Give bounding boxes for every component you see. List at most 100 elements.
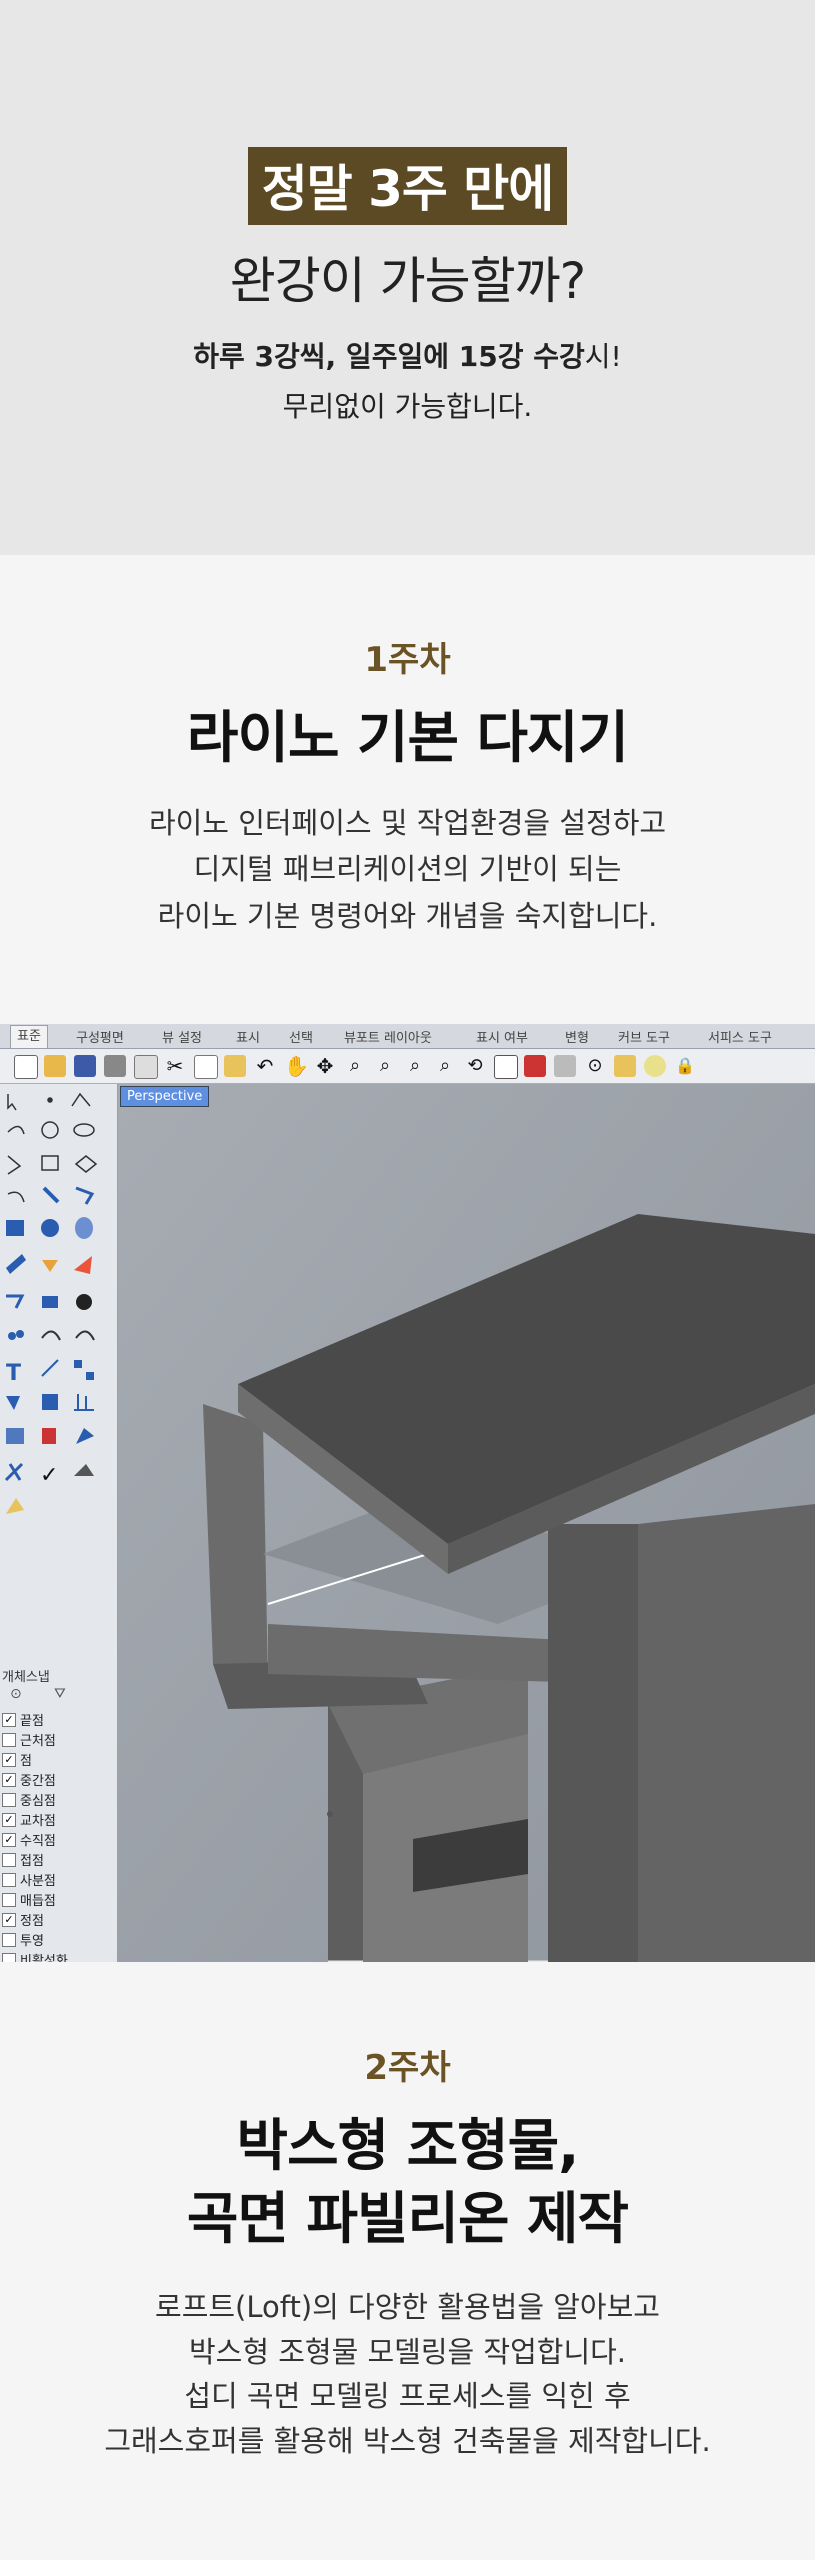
- week1-section: 1주차 라이노 기본 다지기 라이노 인터페이스 및 작업환경을 설정하고 디지…: [0, 632, 815, 939]
- undo-view-icon[interactable]: ⟲: [464, 1055, 486, 1077]
- osnap-item-perpendicular[interactable]: ✓ 수직점: [2, 1830, 56, 1849]
- osnap-item-center[interactable]: 중심점: [2, 1790, 56, 1809]
- hero-line1: 하루 3강씩, 일주일에 15강 수강시!: [0, 335, 815, 375]
- week2-desc: 로프트(Loft)의 다양한 활용법을 알아보고 박스형 조형물 모델링을 작업…: [0, 2285, 815, 2465]
- osnap-checkbox[interactable]: ✓: [2, 1832, 16, 1847]
- zoom-extents-icon[interactable]: ⌕: [404, 1055, 426, 1077]
- lock-icon[interactable]: 🔒: [674, 1055, 696, 1077]
- four-viewports-icon[interactable]: [494, 1055, 518, 1079]
- paste-icon[interactable]: [224, 1055, 246, 1077]
- osnap-label: 근처점: [20, 1734, 56, 1749]
- hero-section: 정말 3주 만에 완강이 가능할까? 하루 3강씩, 일주일에 15강 수강시!…: [0, 0, 815, 555]
- osnap-icon[interactable]: ⊙: [584, 1055, 606, 1077]
- layer-icon[interactable]: [614, 1055, 636, 1077]
- osnap-checkbox[interactable]: ✓: [2, 1752, 16, 1767]
- osnap-item-disable[interactable]: 비활성화: [2, 1950, 68, 1962]
- osnap-label: 중심점: [20, 1794, 56, 1809]
- tab-cplane[interactable]: 구성평면: [76, 1027, 124, 1046]
- svg-text:T: T: [6, 1361, 21, 1386]
- osnap-label: 수직점: [20, 1834, 56, 1849]
- osnap-label: 정점: [20, 1914, 44, 1929]
- zoom-selected-icon[interactable]: ⌕: [434, 1055, 456, 1077]
- osnap-label: 투영: [20, 1934, 44, 1949]
- perspective-viewport[interactable]: Perspective: [118, 1084, 815, 1962]
- osnap-item-near[interactable]: 근처점: [2, 1730, 56, 1749]
- week2-label: 2주차: [364, 2048, 451, 2088]
- osnap-filter-icon[interactable]: ⛛: [54, 1686, 66, 1702]
- osnap-checkbox[interactable]: [2, 1952, 16, 1962]
- open-folder-icon[interactable]: [44, 1055, 66, 1077]
- osnap-checkbox[interactable]: [2, 1892, 16, 1907]
- osnap-item-vertex[interactable]: ✓ 정점: [2, 1910, 44, 1929]
- osnap-checkbox[interactable]: ✓: [2, 1772, 16, 1787]
- osnap-checkbox[interactable]: [2, 1932, 16, 1947]
- hero-subtitle: 완강이 가능할까?: [229, 252, 586, 310]
- osnap-item-point[interactable]: ✓ 점: [2, 1750, 32, 1769]
- zoom-icon[interactable]: ⌕: [344, 1055, 366, 1077]
- osnap-item-end[interactable]: ✓ 끝점: [2, 1710, 44, 1729]
- osnap-checkbox[interactable]: [2, 1872, 16, 1887]
- osnap-target-icon[interactable]: ⊙: [10, 1686, 22, 1702]
- pan-icon[interactable]: ✋: [284, 1055, 309, 1077]
- osnap-checkbox[interactable]: ✓: [2, 1712, 16, 1727]
- light-bulb-icon[interactable]: [644, 1055, 666, 1077]
- tab-set-view[interactable]: 뷰 설정: [162, 1027, 202, 1046]
- save-icon[interactable]: [74, 1055, 96, 1077]
- tab-surface-tools[interactable]: 서피스 도구: [708, 1027, 772, 1046]
- rhino-screenshot: 표준 구성평면 뷰 설정 표시 선택 뷰포트 레이아웃 표시 여부 변형 커브 …: [0, 1024, 815, 1962]
- tab-curve-tools[interactable]: 커브 도구: [618, 1027, 670, 1046]
- osnap-item-intersection[interactable]: ✓ 교차점: [2, 1810, 56, 1829]
- properties-icon[interactable]: [134, 1055, 158, 1079]
- left-tool-panel: T ✓ 개체스냅 ⊙ ⛛ ✓ 끝점 근처점 ✓ 점 ✓ 중간점 중심점 ✓ 교차점 ✓ 수…: [0, 1084, 118, 1962]
- zoom-window-icon[interactable]: ⌕: [374, 1055, 396, 1077]
- week2-title-line: 박스형 조형물,: [236, 2114, 580, 2179]
- osnap-label: 비활성화: [20, 1954, 68, 1962]
- 3d-model-render: [118, 1084, 815, 1962]
- new-file-icon[interactable]: [14, 1055, 38, 1079]
- tab-standard[interactable]: 표준: [10, 1025, 48, 1048]
- osnap-checkbox[interactable]: [2, 1852, 16, 1867]
- undo-icon[interactable]: ↶: [254, 1055, 276, 1077]
- print-icon[interactable]: [104, 1055, 126, 1077]
- week2-desc-line: 박스형 조형물 모델링을 작업합니다.: [188, 2334, 627, 2369]
- osnap-label: 접점: [20, 1854, 44, 1869]
- osnap-checkbox[interactable]: [2, 1792, 16, 1807]
- svg-text:✓: ✓: [40, 1463, 58, 1488]
- rotate-view-icon[interactable]: ✥: [314, 1055, 336, 1077]
- render-icon[interactable]: [554, 1055, 576, 1077]
- week1-title: 라이노 기본 다지기: [186, 706, 629, 771]
- week1-desc: 라이노 인터페이스 및 작업환경을 설정하고 디지털 패브리케이션의 기반이 되…: [0, 800, 815, 939]
- osnap-label: 사분점: [20, 1874, 56, 1889]
- cut-icon[interactable]: ✂: [164, 1055, 186, 1077]
- tab-select[interactable]: 선택: [289, 1027, 313, 1046]
- car-render-icon[interactable]: [524, 1055, 546, 1077]
- tab-display[interactable]: 표시: [236, 1027, 260, 1046]
- viewport-label[interactable]: Perspective: [120, 1086, 210, 1107]
- tab-visibility[interactable]: 표시 여부: [476, 1027, 528, 1046]
- osnap-item-mid[interactable]: ✓ 중간점: [2, 1770, 56, 1789]
- week2-title: 박스형 조형물, 곡면 파빌리온 제작: [0, 2111, 815, 2257]
- toolbar-tabs: 표준 구성평면 뷰 설정 표시 선택 뷰포트 레이아웃 표시 여부 변형 커브 …: [0, 1024, 815, 1049]
- hero-line1-rest: 시!: [584, 340, 622, 373]
- week2-section: 2주차 박스형 조형물, 곡면 파빌리온 제작 로프트(Loft)의 다양한 활…: [0, 2040, 815, 2464]
- osnap-item-quadrant[interactable]: 사분점: [2, 1870, 56, 1889]
- hero-title: 정말 3주 만에: [247, 147, 568, 225]
- tab-transform[interactable]: 변형: [565, 1027, 589, 1046]
- osnap-item-knot[interactable]: 매듭점: [2, 1890, 56, 1909]
- osnap-checkbox[interactable]: ✓: [2, 1912, 16, 1927]
- week1-label: 1주차: [364, 640, 451, 680]
- tool-icons-grid[interactable]: T ✓: [0, 1084, 117, 1654]
- hero-line2: 무리없이 가능합니다.: [282, 390, 533, 423]
- osnap-label: 중간점: [20, 1774, 56, 1789]
- osnap-item-project[interactable]: 투영: [2, 1930, 44, 1949]
- main-toolbar: ✂ ↶ ✋ ✥ ⌕ ⌕ ⌕ ⌕ ⟲ ⊙ 🔒: [0, 1049, 815, 1084]
- week1-desc-line: 디지털 패브리케이션의 기반이 되는: [193, 852, 622, 887]
- week2-title-line: 곡면 파빌리온 제작: [186, 2186, 629, 2252]
- osnap-checkbox[interactable]: [2, 1732, 16, 1747]
- osnap-item-tangent[interactable]: 접점: [2, 1850, 44, 1869]
- osnap-checkbox[interactable]: ✓: [2, 1812, 16, 1827]
- week1-desc-line: 라이노 인터페이스 및 작업환경을 설정하고: [148, 805, 667, 840]
- tab-viewport-layout[interactable]: 뷰포트 레이아웃: [344, 1027, 432, 1046]
- copy-icon[interactable]: [194, 1055, 218, 1079]
- osnap-label: 매듭점: [20, 1894, 56, 1909]
